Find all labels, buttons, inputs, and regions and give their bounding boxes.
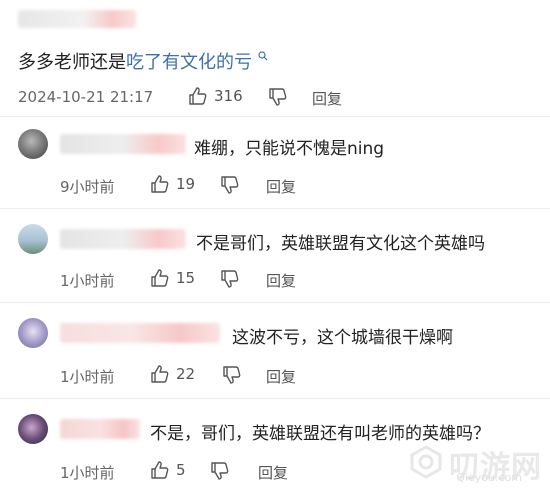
thumbs-down-icon [220,175,240,195]
post-like-count: 316 [214,87,243,105]
post-timestamp: 2024-10-21 21:17 [18,88,154,106]
post-text-plain: 多多老师还是 [18,52,126,73]
username-blurred[interactable] [60,229,186,249]
reply-dislike-button[interactable] [210,461,230,481]
thumbs-down-icon [220,269,240,289]
thumbs-up-icon [150,268,170,288]
reply-like-button[interactable]: 5 [150,460,186,480]
thumbs-up-icon [150,174,170,194]
thumbs-down-icon [222,365,242,385]
avatar[interactable] [18,129,48,159]
thumbs-down-icon [268,87,288,107]
reply-button[interactable]: 回复 [266,176,296,197]
divider [0,302,550,303]
reply-like-count: 22 [176,365,196,383]
reply-button[interactable]: 回复 [258,462,288,483]
username-blurred[interactable] [60,419,140,439]
reply-dislike-button[interactable] [220,269,240,289]
thumbs-up-icon [188,86,208,106]
reply-text: 不是哥们，英雄联盟有文化这个英雄吗 [196,234,485,254]
reply-time: 1小时前 [60,464,115,482]
thumbs-down-icon [210,461,230,481]
reply-like-count: 19 [176,175,196,193]
avatar[interactable] [18,414,48,444]
watermark-icon [409,445,443,483]
username-blurred[interactable] [60,134,186,154]
reply-time: 1小时前 [60,368,115,386]
reply-like-button[interactable]: 15 [150,268,195,288]
thumbs-up-icon [150,460,170,480]
thumbs-up-icon [150,364,170,384]
divider [0,398,550,399]
reply-dislike-button[interactable] [222,365,242,385]
divider [0,116,550,117]
post-like-button[interactable]: 316 [188,86,243,106]
reply-time: 1小时前 [60,272,115,290]
reply-like-count: 5 [176,461,186,479]
post-text: 多多老师还是吃了有文化的亏 [18,48,268,74]
watermark-subtext: Qieyou.com [456,471,522,484]
reply-like-count: 15 [176,269,196,287]
reply-button[interactable]: 回复 [266,366,296,387]
reply-like-button[interactable]: 19 [150,174,195,194]
reply-text: 不是，哥们，英雄联盟还有叫老师的英雄吗？ [150,424,490,444]
username-blurred[interactable] [60,323,220,343]
avatar[interactable] [18,318,48,348]
search-icon[interactable] [254,51,268,64]
post-text-link[interactable]: 吃了有文化的亏 [126,52,252,73]
reply-text: 这波不亏，这个城墙很干燥啊 [232,328,453,348]
username-blurred[interactable] [18,10,136,28]
reply-time: 9小时前 [60,178,115,196]
post-reply-button[interactable]: 回复 [312,88,342,109]
reply-like-button[interactable]: 22 [150,364,195,384]
watermark-logo: 叨游网 Qieyou.com [409,442,542,486]
post-dislike-button[interactable] [268,87,288,107]
reply-button[interactable]: 回复 [266,270,296,291]
avatar[interactable] [18,224,48,254]
divider [0,208,550,209]
reply-text: 难绷，只能说不愧是ning [194,139,385,159]
reply-dislike-button[interactable] [220,175,240,195]
